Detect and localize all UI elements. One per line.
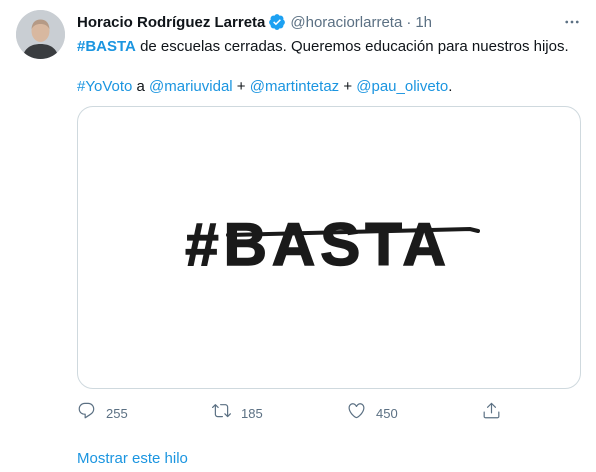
hashtag-basta[interactable]: #BASTA xyxy=(77,38,136,55)
timestamp[interactable]: 1h xyxy=(415,14,432,31)
display-name[interactable]: Horacio Rodríguez Larreta xyxy=(77,14,265,31)
text-period: . xyxy=(448,78,453,95)
separator-dot: · xyxy=(406,13,412,31)
share-icon xyxy=(482,401,501,425)
heart-icon xyxy=(347,401,366,425)
mention-pau-oliveto[interactable]: @pau_oliveto xyxy=(356,78,448,95)
tweet-media-image[interactable]: #BASTA xyxy=(77,106,581,389)
mention-mariuvidal[interactable]: @mariuvidal xyxy=(149,78,233,95)
text-a: a xyxy=(132,78,150,95)
text-plus: + xyxy=(232,78,250,95)
like-button[interactable]: 450 xyxy=(347,400,398,426)
reply-icon xyxy=(77,401,96,425)
reply-button[interactable]: 255 xyxy=(77,400,128,426)
tweet-actions: 255 185 450 xyxy=(77,400,507,426)
media-basta-text: #BASTA xyxy=(185,211,451,278)
verified-badge-icon xyxy=(268,13,286,31)
like-count: 450 xyxy=(376,405,398,421)
tweet-text: #BASTA de escuelas cerradas. Queremos ed… xyxy=(77,37,582,97)
avatar[interactable] xyxy=(16,10,65,59)
retweet-button[interactable]: 185 xyxy=(212,400,263,426)
text-plus: + xyxy=(339,78,357,95)
tweet-text-body: de escuelas cerradas. Queremos educación… xyxy=(135,38,569,55)
share-button[interactable] xyxy=(482,400,501,426)
tweet-header: Horacio Rodríguez Larreta @horaciorlarre… xyxy=(77,11,556,33)
mention-martintetaz[interactable]: @martintetaz xyxy=(250,78,339,95)
user-handle[interactable]: @horaciorlarreta xyxy=(290,14,402,31)
tweet-text-line-1: #BASTA de escuelas cerradas. Queremos ed… xyxy=(77,37,582,57)
hashtag-yovoto[interactable]: #YoVoto xyxy=(77,78,132,95)
reply-count: 255 xyxy=(106,405,128,421)
retweet-icon xyxy=(212,401,231,425)
tweet-text-line-2: #YoVoto a @mariuvidal + @martintetaz + @… xyxy=(77,77,582,97)
retweet-count: 185 xyxy=(241,405,263,421)
more-icon[interactable] xyxy=(562,12,582,32)
show-thread-link[interactable]: Mostrar este hilo xyxy=(77,450,188,467)
